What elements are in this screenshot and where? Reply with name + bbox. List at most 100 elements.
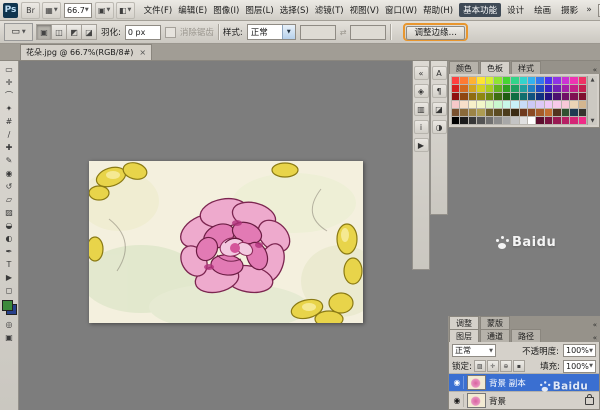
menubar-item[interactable]: 窗口(W) [382, 4, 420, 16]
menubar-item[interactable]: 帮助(H) [420, 4, 456, 16]
swatch[interactable] [570, 77, 577, 84]
swatch[interactable] [503, 93, 510, 100]
lock-transparency-icon[interactable]: ▨ [474, 360, 486, 372]
swatch[interactable] [460, 101, 467, 108]
antialias-checkbox[interactable] [165, 27, 176, 38]
swatch[interactable] [579, 85, 586, 92]
path-selection-tool[interactable]: ▶ [1, 271, 17, 284]
swatch[interactable] [570, 109, 577, 116]
swatch[interactable] [570, 117, 577, 124]
scroll-up-icon[interactable]: ▲ [591, 77, 595, 83]
swatch[interactable] [562, 117, 569, 124]
intersect-selection-button[interactable]: ◪ [81, 24, 97, 40]
shape-tool[interactable]: ◻ [1, 284, 17, 297]
clone-stamp-tool[interactable]: ◉ [1, 167, 17, 180]
swatch[interactable] [528, 117, 535, 124]
panel-menu-icon[interactable]: « [590, 321, 600, 329]
swatch[interactable] [520, 109, 527, 116]
color-swatch-widget[interactable] [2, 300, 17, 315]
swatch[interactable] [511, 101, 518, 108]
swatch[interactable] [452, 77, 459, 84]
eye-icon[interactable]: ◉ [451, 376, 464, 389]
swatch[interactable] [503, 117, 510, 124]
swatch[interactable] [460, 77, 467, 84]
swatch[interactable] [452, 93, 459, 100]
fill-input[interactable]: 100% ▼ [563, 360, 596, 373]
swatch[interactable] [570, 93, 577, 100]
subtract-selection-button[interactable]: ◩ [66, 24, 82, 40]
healing-brush-tool[interactable]: ✚ [1, 141, 17, 154]
swatch[interactable] [469, 77, 476, 84]
crop-tool[interactable]: # [1, 115, 17, 128]
panel-menu-icon[interactable]: « [590, 334, 600, 342]
menubar-item[interactable]: 视图(V) [347, 4, 382, 16]
gradient-tool[interactable]: ▨ [1, 206, 17, 219]
swatch[interactable] [579, 93, 586, 100]
swatch[interactable] [469, 109, 476, 116]
canvas-pasteboard[interactable] [19, 61, 412, 410]
swatch[interactable] [486, 101, 493, 108]
opacity-input[interactable]: 100% ▼ [563, 344, 596, 357]
menubar-item[interactable]: 图层(L) [242, 4, 276, 16]
screen-mode-icon[interactable]: ◧▼ [116, 2, 135, 19]
swatch[interactable] [503, 109, 510, 116]
swatch[interactable] [486, 85, 493, 92]
swatch[interactable] [452, 101, 459, 108]
actions-panel-icon[interactable]: ▶ [414, 138, 429, 152]
menubar-item[interactable]: 文件(F) [141, 4, 176, 16]
new-selection-button[interactable]: ▣ [36, 24, 52, 40]
swatch[interactable] [536, 85, 543, 92]
swatch[interactable] [520, 77, 527, 84]
swatch[interactable] [503, 77, 510, 84]
blur-tool[interactable]: ◒ [1, 219, 17, 232]
swatch[interactable] [494, 101, 501, 108]
history-brush-tool[interactable]: ↺ [1, 180, 17, 193]
workspace-button[interactable]: 摄影 [557, 3, 582, 17]
move-tool[interactable]: ✛ [1, 76, 17, 89]
tab-颜色[interactable]: 颜色 [449, 61, 479, 74]
screen-mode-toggle-icon[interactable]: ▣ [1, 331, 17, 344]
swatch[interactable] [545, 101, 552, 108]
lock-position-icon[interactable]: ✛ [487, 360, 499, 372]
swatch[interactable] [545, 117, 552, 124]
swatch[interactable] [545, 85, 552, 92]
swatch[interactable] [486, 93, 493, 100]
rectangular-marquee-tool[interactable]: ▭ [1, 63, 17, 76]
swatch[interactable] [503, 101, 510, 108]
adjustments-panel-icon[interactable]: ◑ [432, 120, 447, 134]
swatch[interactable] [520, 101, 527, 108]
swatch[interactable] [579, 117, 586, 124]
swatch[interactable] [477, 117, 484, 124]
menubar-item[interactable]: 编辑(E) [175, 4, 210, 16]
document-tab[interactable]: 花朵.jpg @ 66.7%(RGB/8#) × [20, 44, 152, 60]
swatch[interactable] [553, 85, 560, 92]
swatch[interactable] [494, 77, 501, 84]
swatch[interactable] [452, 109, 459, 116]
refine-edge-button[interactable]: 调整边缘… [406, 26, 465, 40]
swatch[interactable] [536, 77, 543, 84]
expand-panels-icon[interactable]: « [414, 66, 429, 80]
swatch[interactable] [528, 109, 535, 116]
workspace-overflow-button[interactable]: » [584, 5, 594, 15]
swatch[interactable] [570, 101, 577, 108]
feather-input[interactable]: 0 px [125, 25, 161, 40]
swatch[interactable] [452, 85, 459, 92]
swatch[interactable] [536, 117, 543, 124]
swatch[interactable] [460, 117, 467, 124]
swatch[interactable] [469, 85, 476, 92]
swatch[interactable] [579, 101, 586, 108]
swatch[interactable] [562, 93, 569, 100]
swatch[interactable] [511, 93, 518, 100]
lock-all-icon[interactable]: ▪ [513, 360, 525, 372]
menubar-item[interactable]: 选择(S) [277, 4, 312, 16]
swatch[interactable] [477, 77, 484, 84]
swatch[interactable] [528, 93, 535, 100]
swatch[interactable] [477, 101, 484, 108]
info-panel-icon[interactable]: i [414, 120, 429, 134]
canvas-image[interactable] [89, 161, 363, 323]
swatch[interactable] [511, 85, 518, 92]
character-panel-icon[interactable]: A [432, 66, 447, 80]
layer-row[interactable]: ◉背景 副本 [449, 373, 599, 391]
style-select[interactable]: 正常 ▼ [247, 24, 296, 40]
foreground-color-swatch[interactable] [2, 300, 13, 311]
